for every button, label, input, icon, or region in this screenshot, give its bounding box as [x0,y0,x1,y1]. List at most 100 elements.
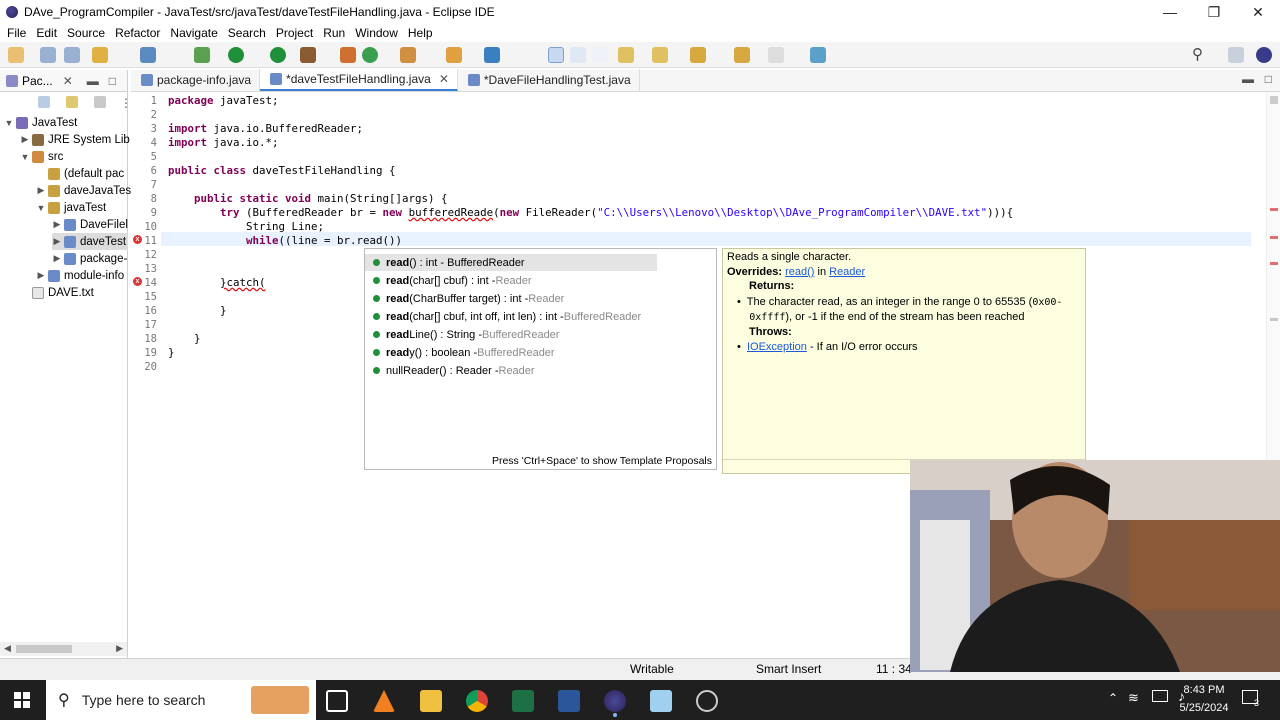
tree-item-javatest-package[interactable]: ▼ javaTest [36,199,106,216]
save-all-icon[interactable] [64,47,80,63]
previous-annotation-icon[interactable] [652,47,668,63]
taskbar-search-box[interactable]: ⚲ Type here to search [46,680,316,720]
external-tools-icon[interactable] [300,47,316,63]
new-icon[interactable] [8,47,24,63]
notepad-icon[interactable] [650,690,672,712]
chrome-icon[interactable] [466,690,488,712]
line-number: 10 [144,221,157,233]
tree-item-jre[interactable]: ▶ JRE System Lib [20,131,130,148]
close-button[interactable]: ✕ [1236,0,1280,24]
forward-icon[interactable] [768,47,784,63]
excel-icon[interactable] [512,690,534,712]
back-icon[interactable] [734,47,750,63]
next-annotation-icon[interactable] [618,47,634,63]
tree-item-package-info[interactable]: ▶ package- [52,250,127,267]
tab-package-info[interactable]: package-info.java [131,69,261,91]
line-number: 16 [144,305,157,317]
line-number: 8 [150,193,157,205]
battery-icon[interactable] [1152,690,1168,702]
terminal-icon[interactable] [140,47,156,63]
menu-file[interactable]: File [7,26,26,40]
toggle-mark-occurrences-icon[interactable] [548,47,564,63]
run-icon[interactable] [228,47,244,63]
clock-time[interactable]: 8:43 PM [1180,684,1228,696]
menu-project[interactable]: Project [276,26,313,40]
tree-item-davejavatest[interactable]: ▶ daveJavaTes [36,182,131,199]
code-line-11: while((line = br.read()) [246,234,403,247]
proposal-item[interactable]: read (char[] cbuf) : int - Reader [365,272,717,289]
tree-item-javatest[interactable]: ▼ JavaTest [4,114,77,131]
block-selection-icon[interactable] [570,47,586,63]
tree-item-default-package[interactable]: (default pac [36,165,124,182]
package-explorer-tab[interactable]: Pac... ✕ ▬ □ [0,70,127,92]
debug-icon[interactable] [194,47,210,63]
new-java-project-icon[interactable] [340,47,356,63]
menu-window[interactable]: Window [355,26,398,40]
search-icon[interactable]: ⚲ [1192,47,1208,63]
show-hidden-icons-icon[interactable]: ⌃ [1108,691,1118,705]
show-whitespace-icon[interactable] [592,47,608,63]
tab-davetestfilehandling[interactable]: *daveTestFileHandling.java ✕ [260,69,458,91]
collapse-all-icon[interactable] [38,96,50,108]
clock-date[interactable]: 5/25/2024 [1172,702,1236,714]
toggle-breadcrumb-icon[interactable] [484,47,500,63]
minimize-editor-icon[interactable]: ▬ [1242,72,1254,86]
public-method-icon [373,331,380,338]
tree-item-module-info[interactable]: ▶ module-info [36,267,124,284]
minimize-button[interactable]: — [1148,0,1192,24]
horizontal-scrollbar[interactable]: ◀ ▶ [0,642,127,656]
undo-icon[interactable] [92,47,108,63]
network-icon[interactable]: ≋ [1128,690,1139,706]
content-assist-footer: Press 'Ctrl+Space' to show Template Prop… [491,455,712,467]
proposal-item[interactable]: read Line() : String - BufferedReader [365,326,717,343]
maximize-editor-icon[interactable]: □ [1265,72,1272,86]
task-view-icon[interactable] [326,690,348,712]
word-icon[interactable] [558,690,580,712]
menu-navigate[interactable]: Navigate [170,26,217,40]
eclipse-taskbar-icon[interactable] [604,690,626,712]
toolbar: ⚲ [0,42,1280,68]
proposal-item[interactable]: nullReader() : Reader - Reader [365,362,717,379]
menu-refactor[interactable]: Refactor [115,26,160,40]
obs-icon[interactable] [696,690,718,712]
tree-item-davefilehandling[interactable]: ▶ DaveFilel [52,216,128,233]
java-perspective-icon[interactable] [1256,47,1272,63]
close-tab-icon[interactable]: ✕ [439,72,449,86]
filter-icon[interactable] [94,96,106,108]
link-with-editor-icon[interactable] [66,96,78,108]
new-class-icon[interactable] [362,47,378,63]
menu-search[interactable]: Search [228,26,266,40]
minimize-view-icon[interactable]: ▬ [87,74,99,88]
menu-help[interactable]: Help [408,26,433,40]
ioexception-link[interactable]: IOException [747,341,807,353]
overrides-class-link[interactable]: Reader [829,266,865,278]
open-perspective-icon[interactable] [1228,47,1244,63]
overrides-method-link[interactable]: read() [785,266,814,278]
vlc-icon[interactable] [373,690,395,712]
error-marker-icon[interactable]: x [133,235,142,244]
menu-edit[interactable]: Edit [36,26,57,40]
open-type-icon[interactable] [400,47,416,63]
tree-item-dave-txt[interactable]: DAVE.txt [20,284,94,301]
tree-item-davetest[interactable]: ▶ daveTest [52,233,128,250]
tab-davefilehandlingtest[interactable]: *DaveFileHandlingTest.java [458,69,640,91]
menu-source[interactable]: Source [67,26,105,40]
proposal-item[interactable]: read() : int - BufferedReader [365,254,657,271]
windows-start-icon[interactable] [14,692,30,708]
error-marker-icon[interactable]: x [133,277,142,286]
last-edit-location-icon[interactable] [690,47,706,63]
proposal-item[interactable]: read y() : boolean - BufferedReader [365,344,717,361]
proposal-item[interactable]: read (CharBuffer target) : int - Reader [365,290,717,307]
menu-run[interactable]: Run [323,26,345,40]
coverage-icon[interactable] [270,47,286,63]
search-tool-icon[interactable] [446,47,462,63]
proposal-item[interactable]: read (char[] cbuf, int off, int len) : in… [365,308,717,325]
file-explorer-icon[interactable] [420,690,442,712]
tree-item-src[interactable]: ▼ src [20,148,63,165]
save-icon[interactable] [40,47,56,63]
pin-editor-icon[interactable] [810,47,826,63]
close-tab-icon[interactable]: ✕ [63,74,73,88]
maximize-button[interactable]: ❐ [1192,0,1236,24]
search-placeholder: Type here to search [81,692,206,708]
maximize-view-icon[interactable]: □ [109,74,116,88]
